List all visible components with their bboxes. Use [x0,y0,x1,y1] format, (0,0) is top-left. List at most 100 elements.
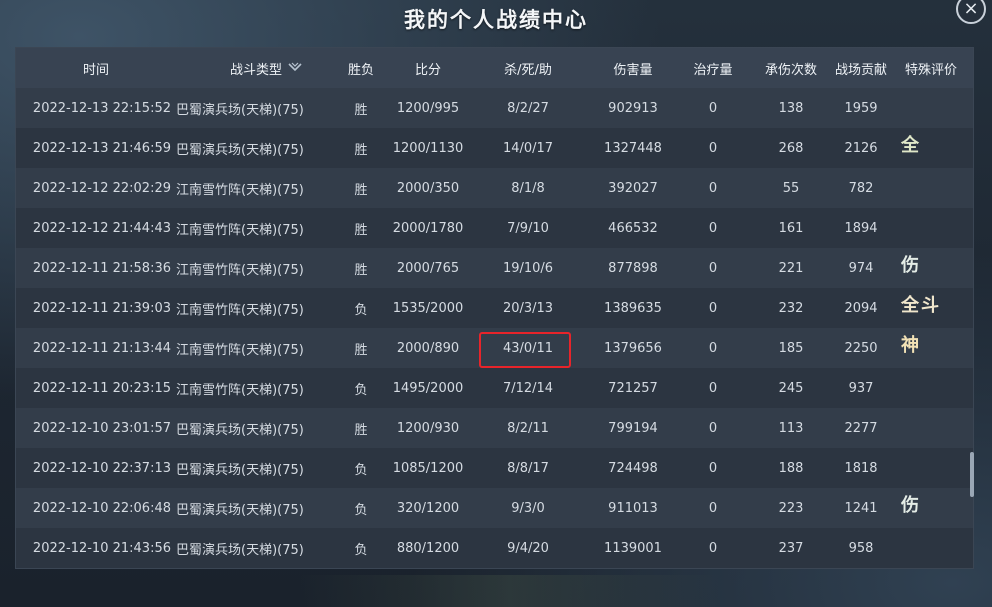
cell-contribution: 782 [848,180,874,196]
cell-heal: 0 [708,140,718,156]
cell-score: 2000/890 [396,340,460,356]
cell-damage: 877898 [608,260,658,276]
header-time[interactable]: 时间 [56,48,136,88]
chevron-sort-icon[interactable] [288,62,302,75]
header-hits[interactable]: 承伤次数 [756,48,826,88]
cell-damage: 902913 [608,100,658,116]
cell-type: 巴蜀演兵场(天梯)(75) [176,102,304,118]
table-row[interactable]: 2022-12-10 21:43:56 巴蜀演兵场(天梯)(75) 负 880/… [16,528,973,568]
cell-score: 1200/995 [396,100,460,116]
close-icon: × [963,0,979,19]
table-row[interactable]: 2022-12-12 22:02:29 江南雪竹阵(天梯)(75) 胜 2000… [16,168,973,208]
cell-result: 胜 [354,262,368,278]
header-damage[interactable]: 伤害量 [583,48,683,88]
scrollbar-thumb[interactable] [970,452,974,497]
special-mark-shen: 神 [901,335,921,356]
cell-heal: 0 [708,340,718,356]
cell-heal: 0 [708,220,718,236]
cell-score: 1535/2000 [392,300,464,316]
cell-time: 2022-12-10 22:37:13 [32,460,171,476]
cell-contribution: 1894 [844,220,878,236]
cell-time: 2022-12-13 21:46:59 [32,140,171,156]
cell-type: 巴蜀演兵场(天梯)(75) [176,422,304,438]
cell-type: 江南雪竹阵(天梯)(75) [176,302,304,318]
cell-score: 2000/765 [396,260,460,276]
table-row[interactable]: 2022-12-11 21:58:36 江南雪竹阵(天梯)(75) 胜 2000… [16,248,973,288]
cell-heal: 0 [708,540,718,556]
table-row[interactable]: 2022-12-11 21:39:03 江南雪竹阵(天梯)(75) 负 1535… [16,288,973,328]
cell-score: 880/1200 [396,540,460,556]
table-row[interactable]: 2022-12-10 22:06:48 巴蜀演兵场(天梯)(75) 负 320/… [16,488,973,528]
cell-hits: 223 [778,500,804,516]
cell-kda: 8/1/8 [511,180,545,196]
cell-contribution: 958 [848,540,874,556]
cell-hits: 161 [778,220,804,236]
header-heal[interactable]: 治疗量 [683,48,743,88]
cell-score: 1200/930 [396,420,460,436]
cell-heal: 0 [708,260,718,276]
cell-damage: 392027 [608,180,658,196]
cell-contribution: 2126 [844,140,878,156]
table-row[interactable]: 2022-12-13 21:46:59 巴蜀演兵场(天梯)(75) 胜 1200… [16,128,973,168]
cell-heal: 0 [708,460,718,476]
cell-score: 1200/1130 [392,140,464,156]
cell-time: 2022-12-10 21:43:56 [32,540,171,556]
cell-time: 2022-12-13 22:15:52 [32,100,171,116]
table-row[interactable]: 2022-12-11 21:13:44 江南雪竹阵(天梯)(75) 胜 2000… [16,328,973,368]
cell-type: 巴蜀演兵场(天梯)(75) [176,542,304,558]
cell-damage: 1379656 [604,340,662,356]
cell-type: 巴蜀演兵场(天梯)(75) [176,502,304,518]
cell-result: 胜 [354,182,368,198]
special-mark-quan: 全 [901,135,921,156]
cell-time: 2022-12-11 21:39:03 [32,300,171,316]
cell-time: 2022-12-11 21:58:36 [32,260,171,276]
cell-hits: 268 [778,140,804,156]
cell-result: 负 [354,462,368,478]
header-result[interactable]: 胜负 [339,48,383,88]
cell-damage: 1139001 [604,540,662,556]
cell-kda: 9/4/20 [507,540,549,556]
cell-type: 江南雪竹阵(天梯)(75) [176,262,304,278]
header-score[interactable]: 比分 [383,48,473,88]
cell-hits: 138 [778,100,804,116]
cell-result: 胜 [354,102,368,118]
cell-hits: 188 [778,460,804,476]
cell-score: 320/1200 [396,500,460,516]
special-mark-shang-2: 伤 [901,495,921,516]
cell-heal: 0 [708,180,718,196]
special-mark-shang: 伤 [901,255,921,276]
table-row[interactable]: 2022-12-13 22:15:52 巴蜀演兵场(天梯)(75) 胜 1200… [16,88,973,128]
cell-type: 巴蜀演兵场(天梯)(75) [176,462,304,478]
cell-contribution: 1241 [844,500,878,516]
header-type[interactable]: 战斗类型 [206,48,326,88]
cell-kda: 8/8/17 [507,460,549,476]
header-contribution[interactable]: 战场贡献 [826,48,896,88]
header-kda[interactable]: 杀/死/助 [473,48,583,88]
table-row[interactable]: 2022-12-10 23:01:57 巴蜀演兵场(天梯)(75) 胜 1200… [16,408,973,448]
cell-heal: 0 [708,500,718,516]
table-row[interactable]: 2022-12-12 21:44:43 江南雪竹阵(天梯)(75) 胜 2000… [16,208,973,248]
cell-type: 巴蜀演兵场(天梯)(75) [176,142,304,158]
cell-heal: 0 [708,300,718,316]
header-special: 特殊评价 [904,62,957,78]
cell-damage: 466532 [608,220,658,236]
cell-kda: 20/3/13 [502,300,554,316]
cell-contribution: 937 [848,380,874,396]
cell-time: 2022-12-11 21:13:44 [32,340,171,356]
cell-score: 2000/350 [396,180,460,196]
cell-hits: 185 [778,340,804,356]
cell-hits: 232 [778,300,804,316]
cell-time: 2022-12-10 23:01:57 [32,420,171,436]
cell-damage: 799194 [608,420,658,436]
table-row[interactable]: 2022-12-11 20:23:15 江南雪竹阵(天梯)(75) 负 1495… [16,368,973,408]
cell-time: 2022-12-10 22:06:48 [32,500,171,516]
special-mark-quandou: 全斗 [901,295,941,316]
cell-type: 江南雪竹阵(天梯)(75) [176,222,304,238]
cell-contribution: 1818 [844,460,878,476]
cell-type: 江南雪竹阵(天梯)(75) [176,382,304,398]
cell-result: 负 [354,502,368,518]
window-title: 我的个人战绩中心 [404,8,588,32]
cell-result: 胜 [354,422,368,438]
table-body: 2022-12-13 22:15:52 巴蜀演兵场(天梯)(75) 胜 1200… [16,88,973,568]
table-row[interactable]: 2022-12-10 22:37:13 巴蜀演兵场(天梯)(75) 负 1085… [16,448,973,488]
